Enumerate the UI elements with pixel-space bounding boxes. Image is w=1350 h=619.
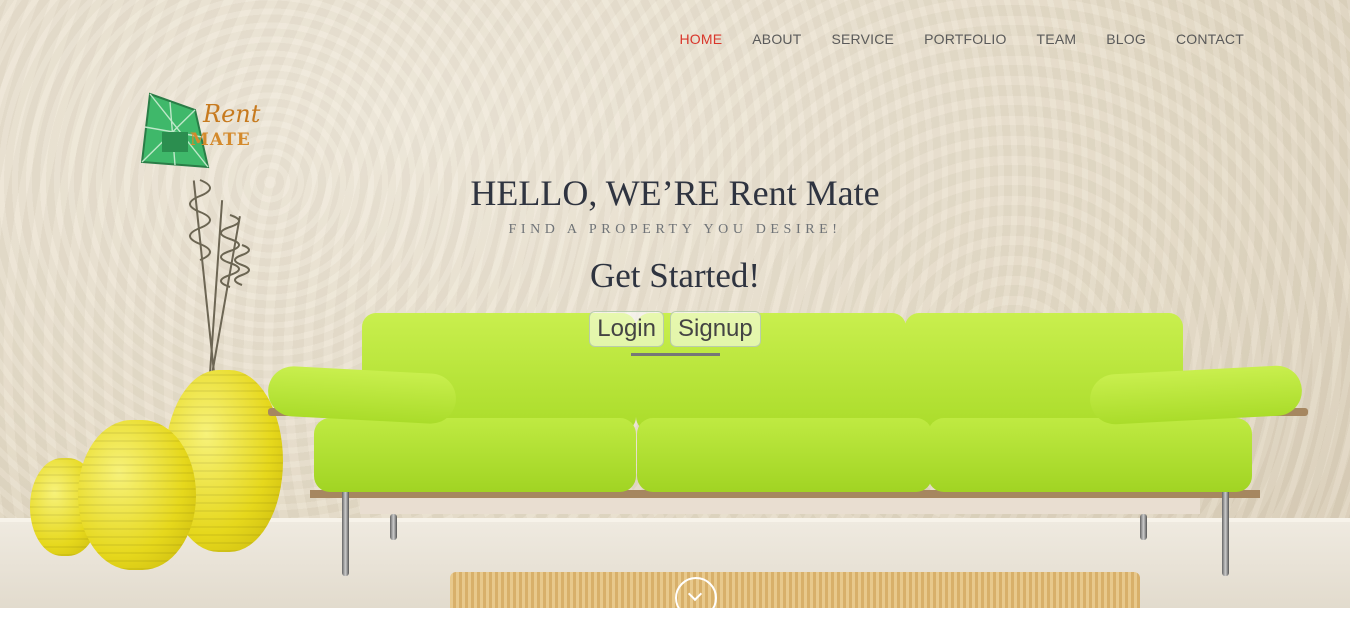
nav-portfolio[interactable]: PORTFOLIO [924,31,1006,47]
rent-mate-logo[interactable]: Rent MATE [140,92,260,170]
auth-buttons: Login Signup [0,311,1350,347]
nav-service[interactable]: SERVICE [831,31,894,47]
hero-divider [631,353,720,356]
nav-blog[interactable]: BLOG [1106,31,1146,47]
signup-button[interactable]: Signup [670,311,761,347]
chevron-down-circle-icon[interactable] [675,577,717,619]
logo-text-mate: MATE [190,130,251,150]
logo-text-rent: Rent [203,100,261,128]
nav-about[interactable]: ABOUT [752,31,801,47]
nav-contact[interactable]: CONTACT [1176,31,1244,47]
hero-title: HELLO, WE’RE Rent Mate [470,173,880,213]
get-started-heading: Get Started! [589,256,761,295]
main-nav: HOME ABOUT SERVICE PORTFOLIO TEAM BLOG C… [649,31,1244,47]
hero-tagline: FIND A PROPERTY YOU DESIRE! [508,222,842,237]
rug [450,572,1140,608]
login-button[interactable]: Login [589,311,664,347]
nav-home[interactable]: HOME [679,31,722,47]
nav-team[interactable]: TEAM [1037,31,1077,47]
hero-section: HELLO, WE’RE Rent Mate FIND A PROPERTY Y… [0,172,1350,296]
